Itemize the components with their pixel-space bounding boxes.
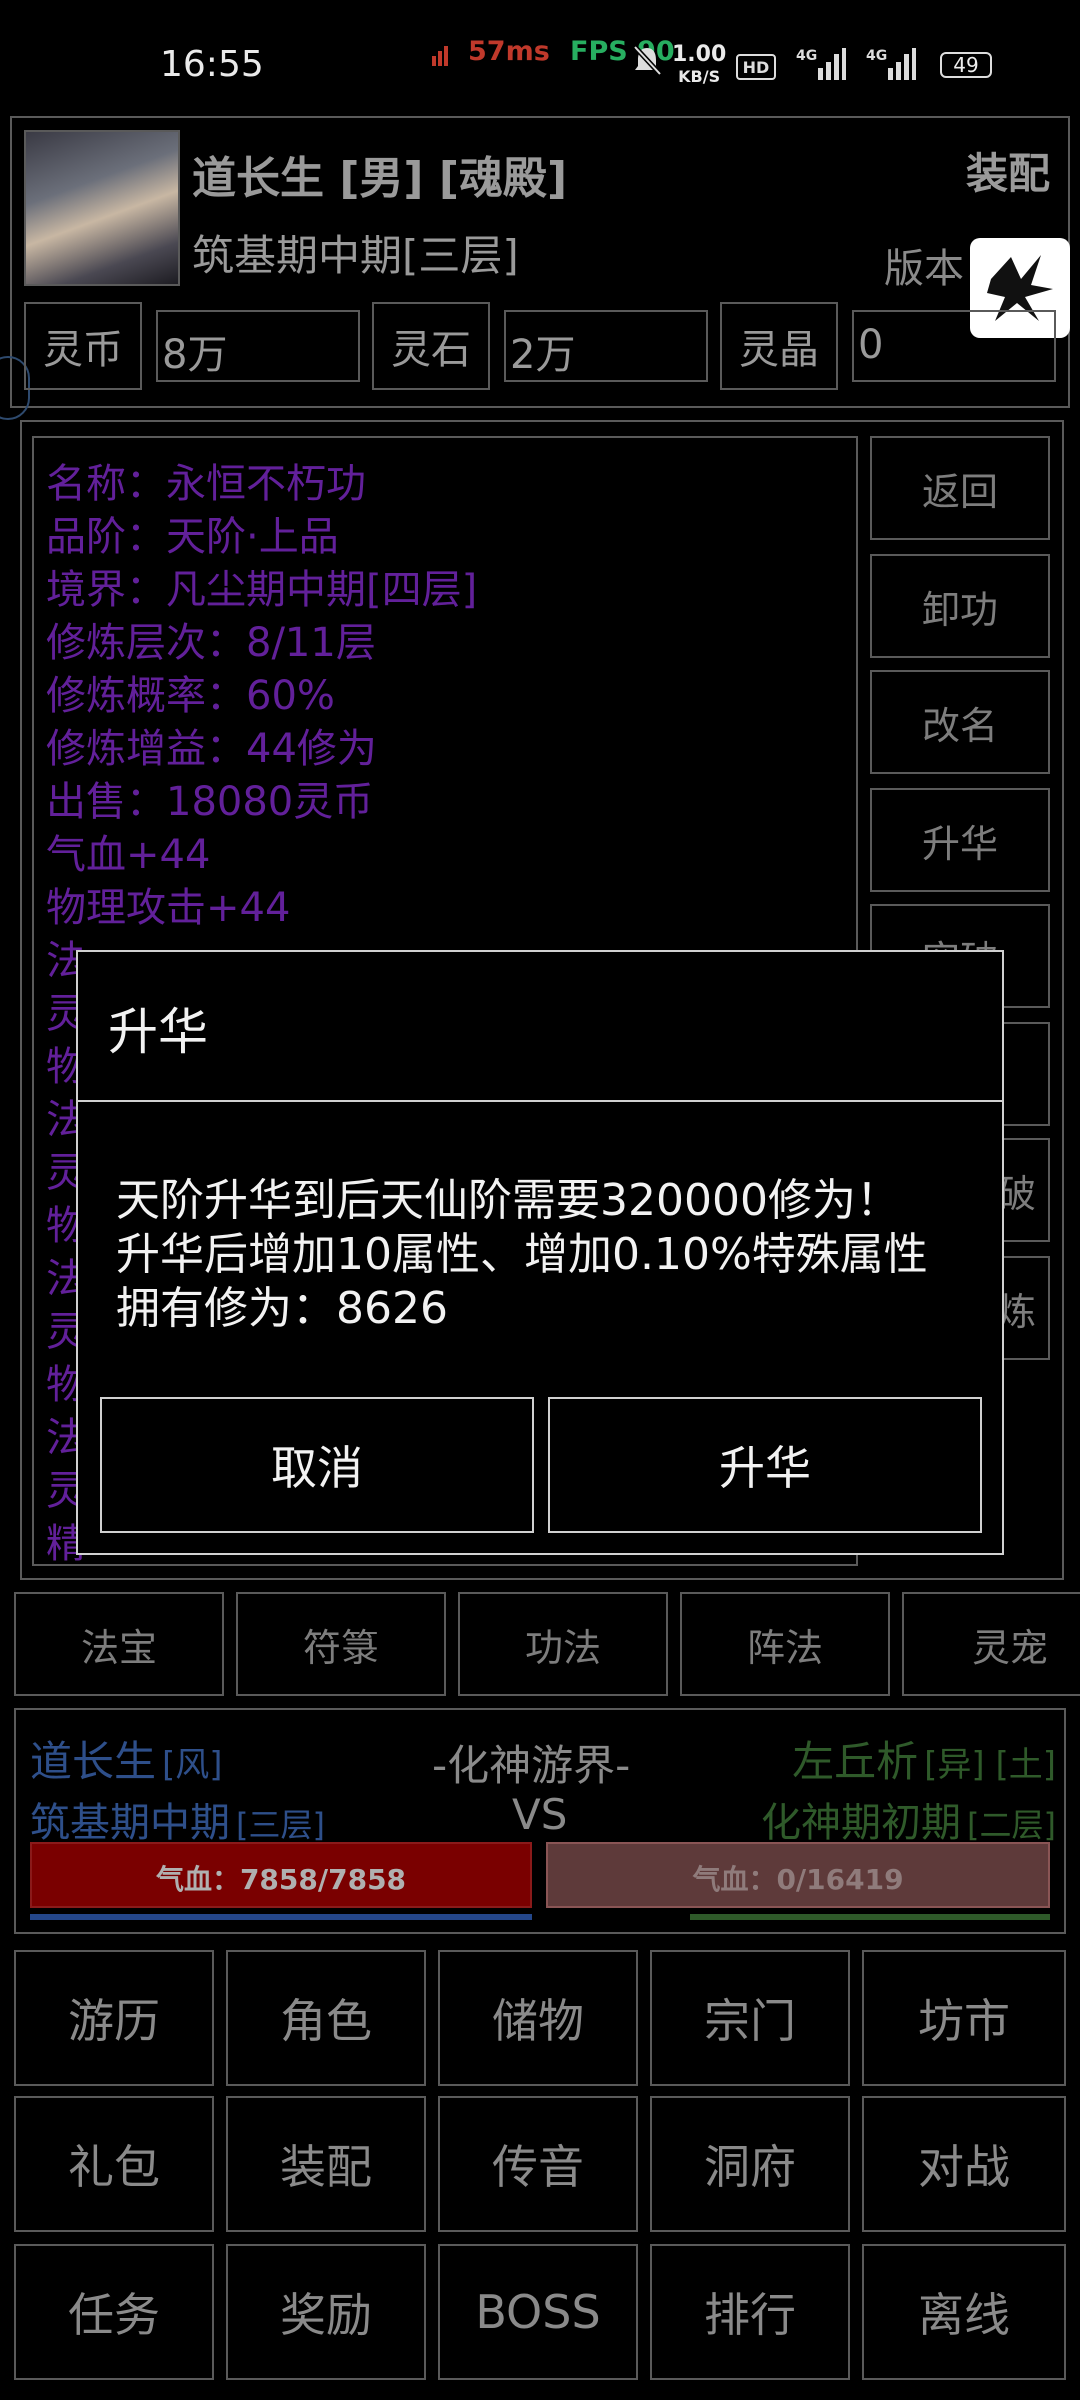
player-hp-text: 气血：7858/7858 [155, 1863, 407, 1896]
enemy-mp-line [690, 1914, 1050, 1920]
dialog-line-cost: 天阶升华到后天仙阶需要320000修为！ [116, 1175, 900, 1226]
currency-value-spirit-stone: 2万 [504, 310, 708, 382]
net-speed: 1.00 KB/S [672, 42, 727, 87]
cancel-button[interactable]: 取消 [100, 1397, 534, 1533]
right-fighter-realm: 化神期初期 [二层] [761, 1800, 1056, 1846]
unequip-skill-button[interactable]: 卸功 [870, 554, 1050, 658]
sublimate-button[interactable]: 升华 [870, 788, 1050, 892]
latency-readout: 57ms [468, 36, 550, 67]
equip-link[interactable]: 装配 [966, 140, 1050, 201]
menu-offline[interactable]: 离线 [862, 2244, 1066, 2380]
currency-label-spirit-coin: 灵币 [24, 302, 142, 390]
menu-gift[interactable]: 礼包 [14, 2096, 214, 2232]
stat-line: 品阶：天阶·上品 [46, 514, 339, 560]
clock: 16:55 [160, 44, 264, 85]
currency-label-spirit-crystal: 灵晶 [720, 302, 838, 390]
enemy-hp-bar: 气血：0/16419 [546, 1842, 1050, 1908]
menu-storage[interactable]: 储物 [438, 1950, 638, 2086]
stat-line: 名称：永恒不朽功 [46, 461, 366, 507]
stat-line: 境界：凡尘期中期[四层] [46, 567, 478, 613]
menu-ranking[interactable]: 排行 [650, 2244, 850, 2380]
currency-value-spirit-coin: 8万 [156, 310, 360, 382]
versus-label: VS [512, 1790, 568, 1839]
menu-equip[interactable]: 装配 [226, 2096, 426, 2232]
left-fighter-realm: 筑基期中期 [三层] [30, 1800, 325, 1846]
sublimate-dialog: 升华 天阶升华到后天仙阶需要320000修为！ 升华后增加10属性、增加0.10… [76, 950, 1004, 1555]
enemy-hp-text: 气血：0/16419 [692, 1863, 904, 1896]
menu-character[interactable]: 角色 [226, 1950, 426, 2086]
confirm-sublimate-button[interactable]: 升华 [548, 1397, 982, 1533]
stat-line: 物理攻击+44 [46, 885, 291, 931]
rename-button[interactable]: 改名 [870, 670, 1050, 774]
mute-bell-icon [632, 44, 662, 80]
stat-line: 修炼层次：8/11层 [46, 620, 376, 666]
tab-spirit-pet[interactable]: 灵宠 [902, 1592, 1080, 1696]
dialog-line-bonus: 升华后增加10属性、增加0.10%特殊属性 [116, 1229, 928, 1280]
player-hp-bar: 气血：7858/7858 [30, 1842, 532, 1908]
menu-battle[interactable]: 对战 [862, 2096, 1066, 2232]
stat-line: 出售：18080灵币 [46, 779, 374, 825]
player-realm: 筑基期中期[三层] [192, 231, 519, 280]
tab-formation[interactable]: 阵法 [680, 1592, 890, 1696]
currency-value-spirit-crystal: 0 [852, 310, 1056, 382]
menu-message[interactable]: 传音 [438, 2096, 638, 2232]
menu-reward[interactable]: 奖励 [226, 2244, 426, 2380]
left-fighter-name: 道长生 [风] [30, 1737, 223, 1786]
stat-line: 气血+44 [46, 832, 211, 878]
currency-label-spirit-stone: 灵石 [372, 302, 490, 390]
dialog-divider [78, 1100, 1002, 1102]
right-fighter-name: 左丘析 [异] [土] [792, 1737, 1056, 1786]
tab-treasure[interactable]: 法宝 [14, 1592, 224, 1696]
svg-text:4G: 4G [866, 48, 887, 64]
menu-sect[interactable]: 宗门 [650, 1950, 850, 2086]
version-link[interactable]: 版本 [884, 236, 964, 294]
dialog-title: 升华 [108, 1003, 208, 1061]
return-button[interactable]: 返回 [870, 436, 1050, 540]
signal-4g-icon-2: 4G [866, 46, 916, 86]
svg-text:4G: 4G [796, 48, 817, 64]
status-bar: 16:55 57ms FPS 90 1.00 KB/S HD 4G 4G 49 [0, 0, 1080, 110]
signal-4g-icon: 4G [796, 46, 846, 86]
menu-boss[interactable]: BOSS [438, 2244, 638, 2380]
battle-location: -化神游界- [432, 1741, 631, 1790]
stat-line: 修炼增益：44修为 [46, 726, 377, 772]
hd-icon: HD [736, 54, 776, 80]
menu-travel[interactable]: 游历 [14, 1950, 214, 2086]
stat-line: 修炼概率：60% [46, 673, 335, 719]
tab-skills[interactable]: 功法 [458, 1592, 668, 1696]
menu-market[interactable]: 坊市 [862, 1950, 1066, 2086]
signal-icon [432, 42, 452, 70]
player-mp-line [30, 1914, 532, 1920]
tab-talisman[interactable]: 符箓 [236, 1592, 446, 1696]
dialog-line-owned: 拥有修为：8626 [116, 1283, 448, 1334]
dialog-message: 天阶升华到后天仙阶需要320000修为！ 升华后增加10属性、增加0.10%特殊… [116, 1174, 928, 1336]
battery-icon: 49 [940, 52, 992, 78]
menu-quest[interactable]: 任务 [14, 2244, 214, 2380]
player-name: 道长生 [男] [魂殿] [192, 153, 568, 204]
avatar[interactable] [24, 130, 180, 286]
menu-cave[interactable]: 洞府 [650, 2096, 850, 2232]
